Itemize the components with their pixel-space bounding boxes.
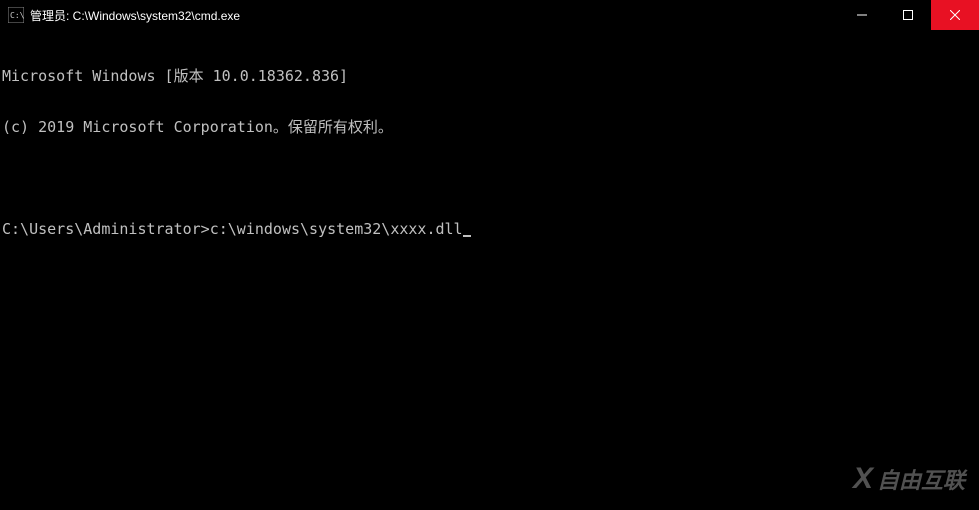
watermark: X 自由互联 [853, 462, 965, 496]
terminal-cursor [463, 235, 471, 237]
minimize-button[interactable] [839, 0, 885, 30]
svg-text:C:\: C:\ [10, 11, 24, 20]
terminal-prompt-line: C:\Users\Administrator>c:\windows\system… [2, 221, 977, 238]
window-controls [839, 0, 979, 30]
terminal-blank-line [2, 170, 977, 187]
terminal-command: c:\windows\system32\xxxx.dll [210, 221, 463, 238]
window-title: 管理员: C:\Windows\system32\cmd.exe [30, 7, 839, 24]
maximize-button[interactable] [885, 0, 931, 30]
cmd-icon: C:\ [8, 7, 24, 23]
terminal-line-copyright: (c) 2019 Microsoft Corporation。保留所有权利。 [2, 119, 977, 136]
close-button[interactable] [931, 0, 979, 30]
titlebar[interactable]: C:\ 管理员: C:\Windows\system32\cmd.exe [0, 0, 979, 30]
watermark-logo: X [853, 462, 871, 496]
watermark-text: 自由互联 [877, 463, 965, 495]
terminal-line-version: Microsoft Windows [版本 10.0.18362.836] [2, 68, 977, 85]
terminal-output[interactable]: Microsoft Windows [版本 10.0.18362.836] (c… [0, 30, 979, 510]
terminal-prompt: C:\Users\Administrator> [2, 221, 210, 238]
